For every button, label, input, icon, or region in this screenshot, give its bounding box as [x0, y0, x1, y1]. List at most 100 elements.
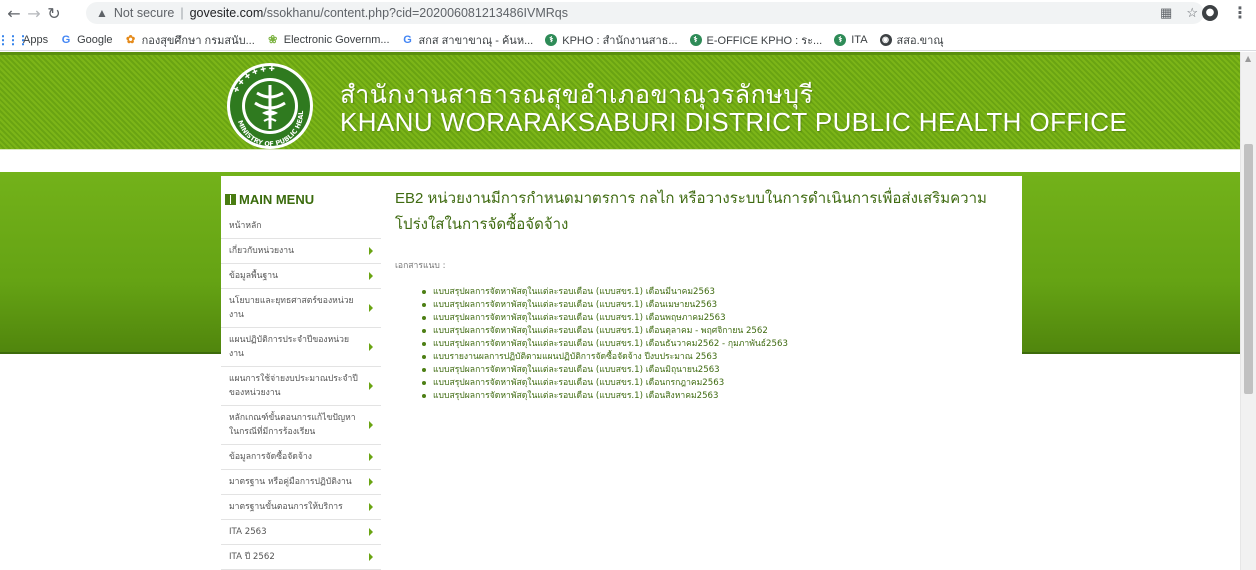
bookmarks-bar: ⋮⋮⋮ Apps G Google ✿ กองสุขศึกษา กรมสนับ... … [0, 29, 1256, 51]
bookmark-search[interactable]: G สกส สาขาขาณุ - ค้นห... [402, 31, 534, 49]
apps-grid-icon: ⋮⋮⋮ [0, 32, 29, 47]
bookmark-star-icon[interactable]: ☆ [1186, 5, 1198, 21]
bookmark-health-education[interactable]: ✿ กองสุขศึกษา กรมสนับ... [125, 31, 255, 49]
sidebar-menu-item[interactable]: นโยบายและยุทธศาสตร์ของหน่วยงาน [221, 289, 381, 328]
bookmark-label: สกส สาขาขาณุ - ค้นห... [418, 34, 534, 47]
attachments-list: แบบสรุปผลการจัดหาพัสดุในแต่ละรอบเดือน (แ… [422, 286, 1015, 403]
scrollbar-thumb[interactable] [1244, 144, 1253, 394]
site-header: ✚ ✚ ✚ ✚ ✚ ✚ MINISTRY OF PUBLIC HEALTH สำ… [0, 52, 1240, 150]
bookmark-electronic-gov[interactable]: ❀ Electronic Governm... [267, 33, 390, 47]
bookmark-label: Google [77, 33, 113, 46]
bookmark-label: กองสุขศึกษา กรมสนับ... [141, 34, 255, 47]
sidebar-menu-item[interactable]: ITA ปี 2562 [221, 545, 381, 570]
main-panel: MAIN MENU หน้าหลักเกี่ยวกับหน่วยงานข้อมู… [221, 176, 1022, 570]
attachment-link[interactable]: แบบสรุปผลการจัดหาพัสดุในแต่ละรอบเดือน (แ… [433, 365, 720, 375]
ministry-of-public-health-logo: ✚ ✚ ✚ ✚ ✚ ✚ MINISTRY OF PUBLIC HEALTH [217, 61, 313, 149]
sidebar-menu-item-label: เกี่ยวกับหน่วยงาน [229, 246, 294, 256]
submenu-arrow-icon [369, 503, 373, 511]
kebab-menu-icon[interactable]: ⋮ [1232, 3, 1248, 22]
url-path: /ssokhanu/content.php?cid=20200608121348… [263, 6, 568, 20]
attachment-link[interactable]: แบบรายงานผลการปฏิบัติตามแผนปฏิบัติการจัด… [433, 352, 717, 362]
attachment-link[interactable]: แบบสรุปผลการจัดหาพัสดุในแต่ละรอบเดือน (แ… [433, 326, 768, 336]
attachment-link[interactable]: แบบสรุปผลการจัดหาพัสดุในแต่ละรอบเดือน (แ… [433, 313, 726, 323]
translate-icon[interactable]: ▦ [1160, 5, 1172, 21]
google-icon: G [403, 33, 412, 46]
globe-icon: ◉ [879, 33, 892, 46]
main-menu-heading: MAIN MENU [221, 186, 381, 212]
sidebar-menu-item[interactable]: หน้าหลัก [221, 214, 381, 239]
forward-arrow-icon[interactable]: → [24, 3, 44, 23]
submenu-arrow-icon [369, 478, 373, 486]
bookmark-apps[interactable]: ⋮⋮⋮ Apps [0, 32, 49, 47]
menu-grid-icon [225, 193, 236, 205]
bookmark-label: KPHO : สำนักงานสาธ... [562, 34, 678, 47]
egov-icon: ❀ [268, 34, 278, 46]
page-scrollbar[interactable]: ▲ [1240, 52, 1256, 570]
department-logo-icon: ✿ [125, 34, 136, 46]
attachment-link[interactable]: แบบสรุปผลการจัดหาพัสดุในแต่ละรอบเดือน (แ… [433, 287, 715, 297]
submenu-arrow-icon [369, 453, 373, 461]
scroll-up-arrow-icon[interactable]: ▲ [1245, 54, 1251, 63]
sidebar-menu-item[interactable]: หลักเกณฑ์ขั้นตอนการแก้ไขปัญหาในกรณีที่มี… [221, 406, 381, 445]
address-separator: | [180, 6, 184, 20]
page-title: EB2 หน่วยงานมีการกำหนดมาตรการ กลไก หรือว… [395, 190, 987, 233]
attachment-list-item: แบบสรุปผลการจัดหาพัสดุในแต่ละรอบเดือน (แ… [422, 390, 1015, 403]
sidebar-menu-item[interactable]: แผนปฏิบัติการประจำปีของหน่วยงาน [221, 328, 381, 367]
bookmark-google[interactable]: G Google [60, 33, 113, 46]
back-arrow-icon[interactable]: ← [4, 3, 24, 23]
sidebar-menu-item[interactable]: ข้อมูลการจัดซื้อจัดจ้าง [221, 445, 381, 470]
attachment-link[interactable]: แบบสรุปผลการจัดหาพัสดุในแต่ละรอบเดือน (แ… [433, 378, 724, 388]
profile-avatar-icon[interactable]: ● [1202, 4, 1218, 21]
sidebar-menu-item[interactable]: ITA 2563 [221, 520, 381, 545]
sidebar-menu-item[interactable]: เกี่ยวกับหน่วยงาน [221, 239, 381, 264]
bookmark-kpho[interactable]: ⚕ KPHO : สำนักงานสาธ... [545, 31, 678, 49]
reload-icon[interactable]: ↻ [44, 3, 64, 23]
sidebar-menu-item-label: หน้าหลัก [229, 221, 262, 231]
sidebar-menu-item[interactable]: มาตรฐานขั้นตอนการให้บริการ [221, 495, 381, 520]
kpho-logo-icon: ⚕ [834, 33, 847, 46]
bookmark-eoffice[interactable]: ⚕ E-OFFICE KPHO : ระ... [689, 31, 823, 49]
sidebar-menu-item-label: แผนปฏิบัติการประจำปีของหน่วยงาน [229, 335, 349, 359]
attachment-list-item: แบบสรุปผลการจัดหาพัสดุในแต่ละรอบเดือน (แ… [422, 299, 1015, 312]
attachment-list-item: แบบรายงานผลการปฏิบัติตามแผนปฏิบัติการจัด… [422, 351, 1015, 364]
warning-icon: ▲ [96, 6, 108, 20]
not-secure-label: Not secure [113, 6, 175, 20]
attachment-list-item: แบบสรุปผลการจัดหาพัสดุในแต่ละรอบเดือน (แ… [422, 377, 1015, 390]
sidebar: MAIN MENU หน้าหลักเกี่ยวกับหน่วยงานข้อมู… [221, 176, 381, 570]
bookmark-label: Apps [23, 33, 49, 46]
attachments-label: เอกสารแนบ : [395, 261, 446, 271]
attachment-list-item: แบบสรุปผลการจัดหาพัสดุในแต่ละรอบเดือน (แ… [422, 338, 1015, 351]
address-bar[interactable]: ▲ Not secure | govesite.com/ssokhanu/con… [86, 2, 1204, 24]
sidebar-menu-item-label: มาตรฐาน หรือคู่มือการปฏิบัติงาน [229, 477, 352, 487]
attachment-link[interactable]: แบบสรุปผลการจัดหาพัสดุในแต่ละรอบเดือน (แ… [433, 339, 788, 349]
main-menu-heading-label: MAIN MENU [239, 191, 315, 207]
bookmark-sso-khanu[interactable]: ◉ สสอ.ขาณุ [879, 31, 944, 49]
sidebar-menu-item[interactable]: แผนการใช้จ่ายงบประมาณประจำปีของหน่วยงาน [221, 367, 381, 406]
bookmark-label: Electronic Governm... [283, 33, 390, 46]
submenu-arrow-icon [369, 343, 373, 351]
sidebar-menu-item-label: หลักเกณฑ์ขั้นตอนการแก้ไขปัญหาในกรณีที่มี… [229, 413, 356, 437]
sidebar-menu-item-label: มาตรฐานขั้นตอนการให้บริการ [229, 502, 343, 512]
submenu-arrow-icon [369, 304, 373, 312]
bookmark-label: E-OFFICE KPHO : ระ... [706, 34, 823, 47]
sidebar-menu-item[interactable]: ข้อมูลพื้นฐาน [221, 264, 381, 289]
page-viewport: ✚ ✚ ✚ ✚ ✚ ✚ MINISTRY OF PUBLIC HEALTH สำ… [0, 52, 1240, 570]
sidebar-menu-item-label: แผนการใช้จ่ายงบประมาณประจำปีของหน่วยงาน [229, 374, 358, 398]
sidebar-menu-item-label: ITA ปี 2562 [229, 552, 275, 562]
attachment-list-item: แบบสรุปผลการจัดหาพัสดุในแต่ละรอบเดือน (แ… [422, 364, 1015, 377]
submenu-arrow-icon [369, 528, 373, 536]
submenu-arrow-icon [369, 382, 373, 390]
site-title-english: KHANU WORARAKSABURI DISTRICT PUBLIC HEAL… [340, 107, 1128, 137]
attachment-link[interactable]: แบบสรุปผลการจัดหาพัสดุในแต่ละรอบเดือน (แ… [433, 391, 719, 401]
attachment-link[interactable]: แบบสรุปผลการจัดหาพัสดุในแต่ละรอบเดือน (แ… [433, 300, 717, 310]
bookmark-label: สสอ.ขาณุ [896, 34, 944, 47]
bookmark-ita[interactable]: ⚕ ITA [834, 33, 868, 46]
main-menu-list: หน้าหลักเกี่ยวกับหน่วยงานข้อมูลพื้นฐาน นโ… [221, 214, 381, 570]
submenu-arrow-icon [369, 421, 373, 429]
kpho-logo-icon: ⚕ [689, 33, 702, 46]
sidebar-menu-item[interactable]: มาตรฐาน หรือคู่มือการปฏิบัติงาน [221, 470, 381, 495]
attachment-list-item: แบบสรุปผลการจัดหาพัสดุในแต่ละรอบเดือน (แ… [422, 312, 1015, 325]
url-host: govesite.com [189, 6, 264, 20]
browser-toolbar: ← → ↻ ▲ Not secure | govesite.com/ssokha… [0, 0, 1256, 26]
sidebar-menu-item-label: ข้อมูลการจัดซื้อจัดจ้าง [229, 452, 312, 462]
